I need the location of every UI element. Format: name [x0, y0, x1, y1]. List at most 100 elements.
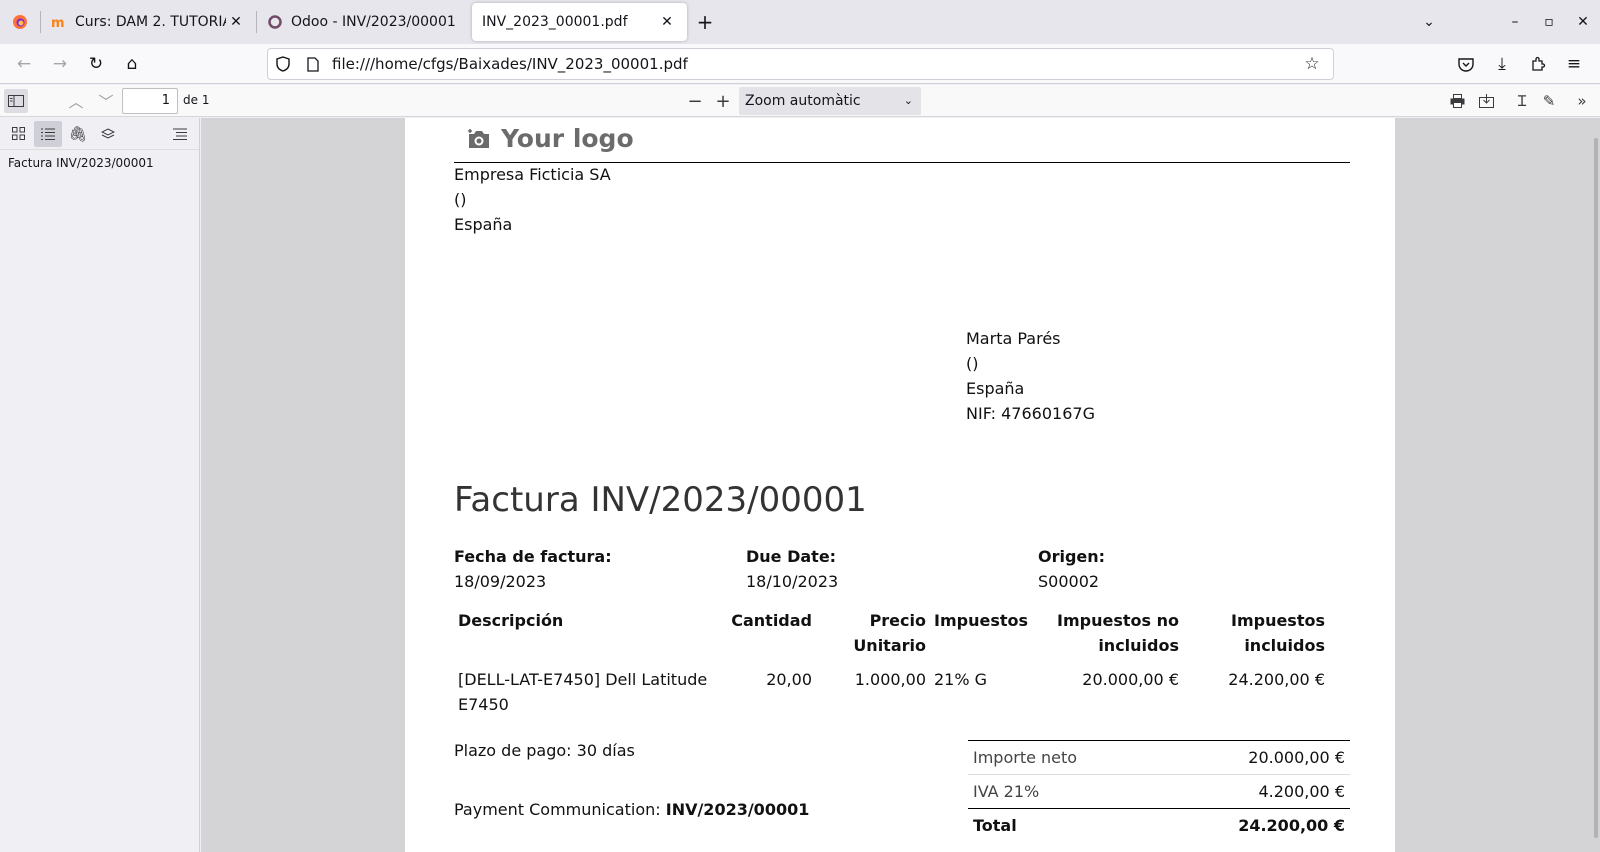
col-header-unit-price-2: Unitario — [853, 636, 926, 655]
tab-close-icon[interactable]: ✕ — [657, 14, 677, 30]
tab-title: INV_2023_00001.pdf — [482, 14, 628, 30]
invoice-date-block: Fecha de factura: 18/09/2023 — [454, 544, 612, 594]
pdf-viewer[interactable]: Your logo Empresa Ficticia SA () España … — [201, 118, 1600, 852]
tab-pdf[interactable]: INV_2023_00001.pdf ✕ — [472, 3, 687, 41]
url-text: file:///home/cfgs/Baixades/INV_2023_0000… — [332, 55, 688, 73]
odoo-icon — [267, 14, 283, 30]
back-button[interactable]: ← — [6, 48, 42, 80]
origin-block: Origen: S00002 — [1038, 544, 1105, 594]
totals-net-row: Importe neto 20.000,00 € — [968, 741, 1350, 774]
reload-button[interactable]: ↻ — [78, 48, 114, 80]
previous-page-icon[interactable]: ︿ — [64, 89, 88, 113]
col-header-tax-excluded: Impuestos no incluidos — [1045, 608, 1179, 658]
zoom-select-value: Zoom automàtic — [745, 93, 861, 109]
extensions-icon[interactable] — [1520, 48, 1556, 80]
zoom-select[interactable]: Zoom automàtic ⌄ — [739, 87, 921, 115]
customer-country: España — [966, 379, 1025, 398]
tax-value: 4.200,00 € — [1258, 782, 1345, 801]
col-header-unit-price-1: Precio — [869, 611, 926, 630]
customer-address: Marta Parés () España NIF: 47660167G — [966, 326, 1095, 426]
page-count: de 1 — [183, 93, 210, 107]
file-icon — [298, 56, 328, 72]
firefox-icon — [13, 15, 27, 29]
payment-communication: Payment Communication: INV/2023/00001 — [454, 797, 809, 822]
next-page-icon[interactable]: ﹀ — [94, 89, 118, 113]
camera-icon — [468, 128, 489, 148]
line-taxes: 21% G — [934, 670, 988, 689]
toolbar-right: ⤓ ≡ — [1448, 48, 1592, 80]
col-header-tax-excluded-1: Impuestos no — [1057, 611, 1179, 630]
company-logo: Your logo — [467, 124, 634, 153]
totals-tax-row: IVA 21% 4.200,00 € — [968, 775, 1350, 808]
company-line2: () — [454, 190, 467, 209]
pocket-icon[interactable] — [1448, 48, 1484, 80]
due-date-block: Due Date: 18/10/2023 — [746, 544, 838, 594]
tab-title: Odoo - INV/2023/00001 — [291, 14, 456, 30]
zoom-out-icon[interactable]: − — [683, 89, 707, 113]
col-header-unit-price: Precio Unitario — [825, 608, 926, 658]
layers-icon[interactable] — [94, 121, 122, 147]
window-controls: ⌄ – ▫ ✕ — [1412, 0, 1600, 44]
attachments-icon[interactable]: 🖇 — [64, 121, 92, 147]
payment-communication-label: Payment Communication: — [454, 800, 661, 819]
print-icon[interactable] — [1445, 89, 1469, 113]
svg-text:m: m — [51, 16, 65, 29]
list-tabs-icon[interactable]: ⌄ — [1412, 14, 1446, 30]
logo-text: Your logo — [501, 124, 634, 153]
zoom-in-icon[interactable]: + — [711, 89, 735, 113]
net-label: Importe neto — [973, 748, 1078, 767]
col-header-tax-included: Impuestos incluidos — [1195, 608, 1325, 658]
home-button[interactable]: ⌂ — [114, 48, 150, 80]
tab-title: Curs: DAM 2. TUTORIA — [75, 14, 226, 30]
thumbnails-icon[interactable] — [4, 121, 32, 147]
sidebar-toggle-icon[interactable] — [4, 89, 28, 113]
company-country: España — [454, 215, 513, 234]
line-tax-included: 24.200,00 € — [1228, 670, 1325, 689]
col-header-tax-included-2: incluidos — [1244, 636, 1325, 655]
menu-icon[interactable]: ≡ — [1556, 48, 1592, 80]
outline-item[interactable]: Factura INV/2023/00001 — [0, 150, 199, 176]
page-number-input[interactable]: 1 — [122, 88, 178, 114]
maximize-button[interactable]: ▫ — [1532, 14, 1566, 30]
draw-tool-icon[interactable]: ✎ — [1537, 89, 1561, 113]
line-description-1: [DELL-LAT-E7450] Dell Latitude — [458, 670, 708, 689]
payment-communication-value: INV/2023/00001 — [665, 800, 810, 819]
close-window-button[interactable]: ✕ — [1566, 14, 1600, 30]
tab-strip: m Curs: DAM 2. TUTORIA ✕ Odoo - INV/2023… — [0, 0, 1600, 44]
net-value: 20.000,00 € — [1248, 748, 1345, 767]
shield-icon[interactable] — [268, 56, 298, 72]
new-tab-button[interactable]: + — [687, 3, 723, 41]
firefox-view-button[interactable] — [0, 0, 40, 44]
tab-close-icon[interactable]: ✕ — [226, 14, 246, 30]
minimize-button[interactable]: – — [1498, 14, 1532, 30]
line-description: [DELL-LAT-E7450] Dell Latitude E7450 — [458, 667, 707, 717]
tools-menu-icon[interactable]: » — [1570, 89, 1594, 113]
line-description-2: E7450 — [458, 695, 509, 714]
total-value: 24.200,00 € — [1238, 816, 1345, 835]
company-name: Empresa Ficticia SA — [454, 165, 611, 184]
pdf-toolbar: ︿ ﹀ 1 de 1 − + Zoom automàtic ⌄ Ɪ ✎ » — [0, 85, 1600, 117]
current-outline-item-icon[interactable] — [166, 121, 194, 147]
invoice-date-value: 18/09/2023 — [454, 572, 547, 591]
tab-odoo[interactable]: Odoo - INV/2023/00001 — [257, 3, 472, 41]
payment-term: Plazo de pago: 30 días — [454, 741, 635, 760]
viewer-scrollbar[interactable] — [1594, 138, 1598, 838]
customer-line2: () — [966, 354, 979, 373]
due-date-label: Due Date: — [746, 547, 837, 566]
line-tax-excluded: 20.000,00 € — [1082, 670, 1179, 689]
bookmark-star-icon[interactable]: ☆ — [1297, 54, 1327, 74]
text-tool-icon[interactable]: Ɪ — [1510, 89, 1534, 113]
pdf-page: Your logo Empresa Ficticia SA () España … — [405, 118, 1395, 852]
invoice-date-label: Fecha de factura: — [454, 547, 612, 566]
navigation-bar: ← → ↻ ⌂ file:///home/cfgs/Baixades/INV_2… — [0, 44, 1600, 84]
tab-curs[interactable]: m Curs: DAM 2. TUTORIA ✕ — [41, 3, 256, 41]
forward-button[interactable]: → — [42, 48, 78, 80]
outline-icon[interactable] — [34, 120, 62, 147]
origin-label: Origen: — [1038, 547, 1106, 566]
col-header-tax-included-1: Impuestos — [1230, 611, 1325, 630]
col-header-description: Descripción — [458, 611, 564, 630]
save-icon[interactable] — [1474, 89, 1498, 113]
downloads-icon[interactable]: ⤓ — [1484, 48, 1520, 80]
url-bar[interactable]: file:///home/cfgs/Baixades/INV_2023_0000… — [267, 48, 1334, 80]
chevron-down-icon: ⌄ — [903, 94, 913, 107]
